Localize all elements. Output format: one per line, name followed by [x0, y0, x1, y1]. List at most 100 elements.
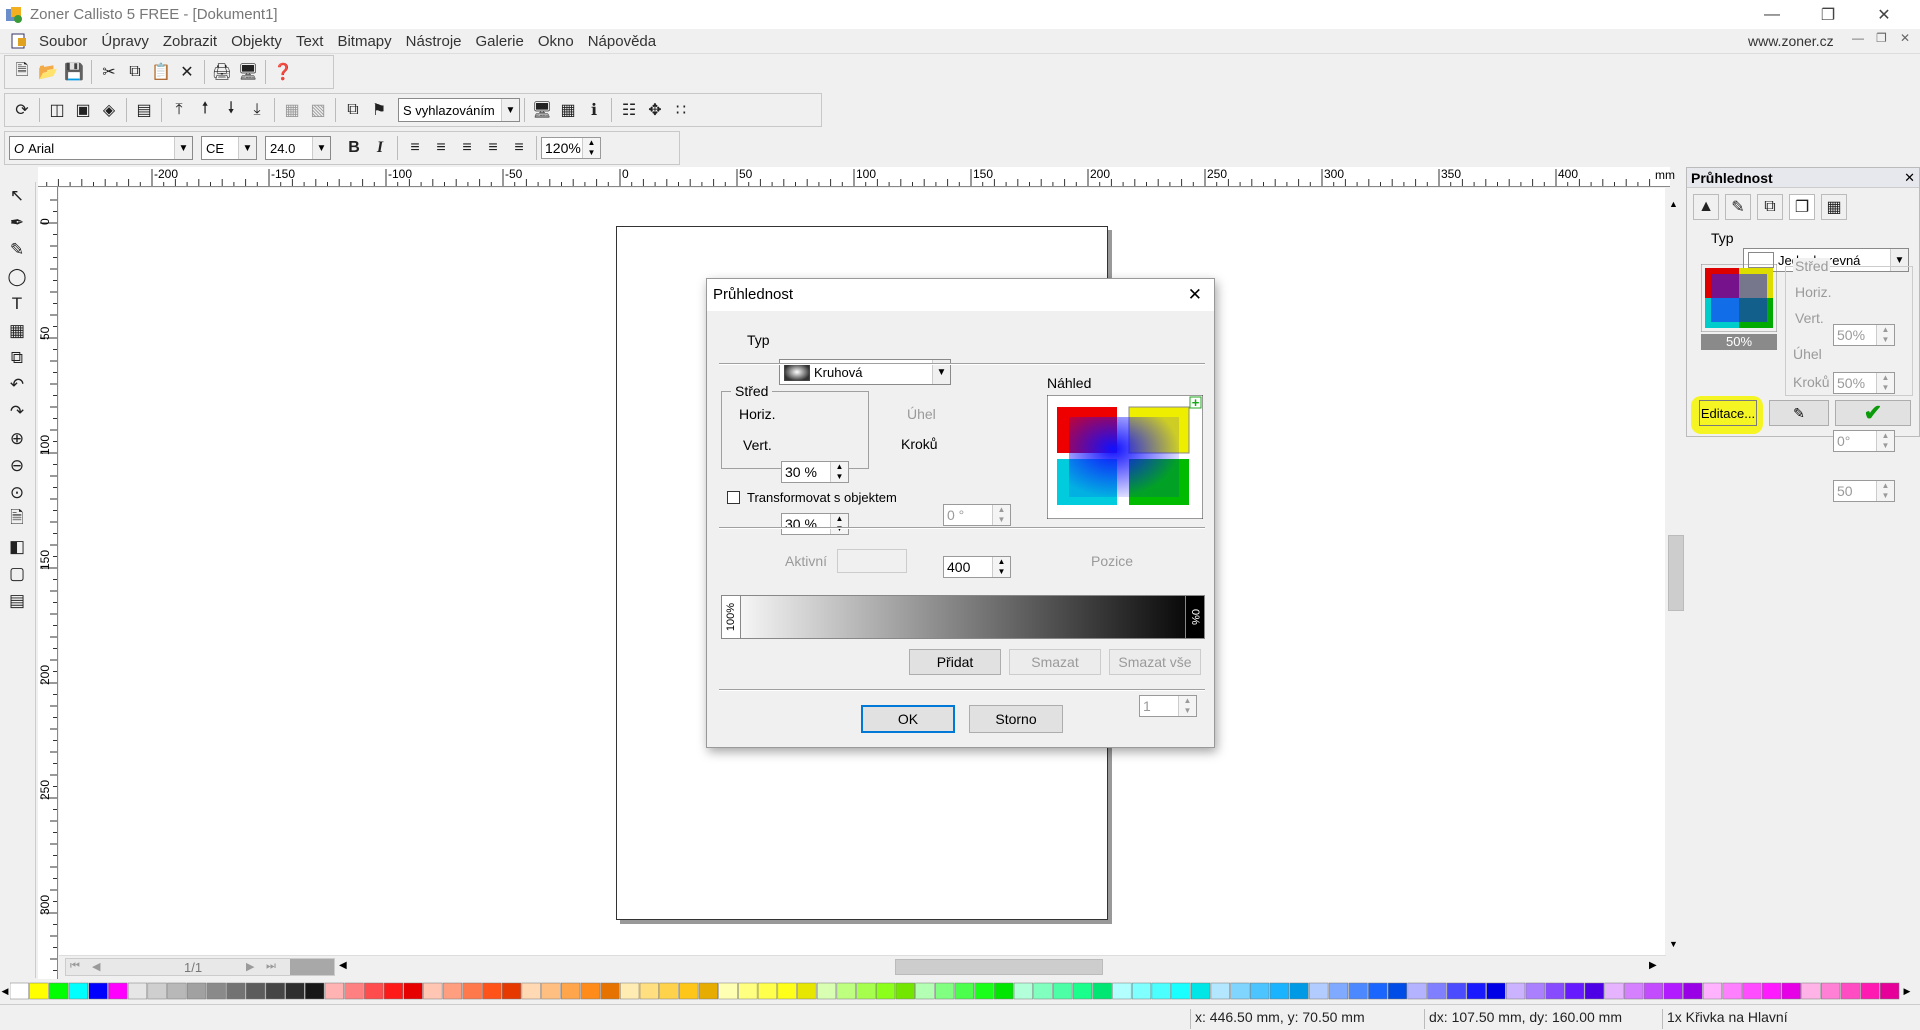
gradient-bar[interactable] [721, 595, 1205, 639]
palette-swatch[interactable] [1013, 982, 1033, 1000]
align-icon[interactable]: ▤ [131, 97, 157, 123]
spin-arrows-icon[interactable]: ▲ ▼ [1876, 325, 1894, 345]
palette-swatch[interactable] [876, 982, 896, 1000]
text-tool-icon[interactable]: T [0, 290, 34, 317]
palette-swatch[interactable] [994, 982, 1014, 1000]
mdi-close-icon[interactable]: ✕ [1900, 31, 1910, 45]
prev-page-icon[interactable]: ◀ [92, 960, 100, 973]
spin-arrows-icon[interactable]: ▲ ▼ [992, 557, 1010, 577]
fill-tab-icon[interactable]: ▲ [1693, 194, 1719, 220]
zoner-link[interactable]: www.zoner.cz [1748, 33, 1834, 49]
delete-icon[interactable]: ✕ [174, 59, 200, 85]
vert-stepper[interactable]: 30 % ▲ ▼ [781, 513, 849, 535]
transparency-tab-icon[interactable]: ❐ [1789, 194, 1815, 220]
group-icon[interactable]: ▣ [70, 97, 96, 123]
close-button[interactable]: ✕ [1856, 0, 1912, 29]
palette-swatch[interactable] [1072, 982, 1093, 1000]
palette-swatch[interactable] [1387, 982, 1408, 1000]
print-icon[interactable]: 🖨 [209, 59, 235, 85]
palette-swatch[interactable] [1033, 982, 1053, 1000]
palette-swatch[interactable] [856, 982, 876, 1000]
spin-arrows-icon[interactable]: ▲ ▼ [1178, 696, 1196, 716]
menu-text[interactable]: Text [289, 33, 331, 50]
vertical-ruler[interactable]: 0 50 100 150 200 250 300 [38, 187, 58, 979]
palette-swatch[interactable] [482, 982, 502, 1000]
new-icon[interactable]: 🗎 [9, 59, 35, 85]
last-page-icon[interactable]: ⏭ [266, 960, 276, 973]
horizontal-scroll-thumb[interactable] [895, 959, 1103, 975]
delete-button[interactable]: Smazat [1009, 649, 1101, 675]
panel-close-icon[interactable]: ✕ [1904, 170, 1915, 186]
menu-soubor[interactable]: Soubor [32, 33, 94, 50]
horizontal-ruler[interactable]: -200 -150 -100 -50 0 50 100 150 200 250 300 350 400 [38, 167, 1670, 187]
palette-swatch[interactable] [954, 982, 974, 1000]
combine-icon[interactable]: ▦ [279, 97, 305, 123]
palette-swatch[interactable] [88, 982, 108, 1000]
palette-swatch[interactable] [186, 982, 207, 1000]
palette-swatch[interactable] [1742, 982, 1762, 1000]
spin-arrows-icon[interactable]: ▲ ▼ [830, 514, 848, 534]
node-tool-icon[interactable]: ✒ [0, 209, 34, 236]
undo-icon[interactable]: ↶ [0, 371, 34, 398]
apply-check-icon[interactable]: ✔ [1835, 400, 1911, 426]
menu-okno[interactable]: Okno [531, 33, 581, 50]
forward-icon[interactable]: 🠕 [192, 97, 218, 123]
menu-zobrazit[interactable]: Zobrazit [156, 33, 224, 50]
document-icon[interactable] [10, 32, 28, 50]
info-icon[interactable]: ℹ [581, 97, 607, 123]
panel-angle-stepper[interactable]: 0° ▲ ▼ [1833, 430, 1895, 452]
import-tool-icon[interactable]: ⧉ [0, 344, 34, 371]
palette-swatch[interactable] [10, 982, 29, 1000]
vertical-scrollbar[interactable]: ▲ ▼ [1666, 195, 1686, 957]
to-back-icon[interactable]: ⤓ [244, 97, 270, 123]
palette-swatch[interactable] [1506, 982, 1526, 1000]
palette-swatch[interactable] [935, 982, 955, 1000]
color-tab-icon[interactable]: ▦ [1821, 194, 1847, 220]
break-icon[interactable]: ▧ [305, 97, 331, 123]
palette-swatch[interactable] [777, 982, 797, 1000]
palette-swatch[interactable] [246, 982, 266, 1000]
italic-button[interactable]: I [367, 135, 393, 161]
palette-swatch[interactable] [1151, 982, 1171, 1000]
palette-swatch[interactable] [1565, 982, 1585, 1000]
cancel-button[interactable]: Storno [969, 705, 1063, 733]
menu-bitmapy[interactable]: Bitmapy [330, 33, 398, 50]
eyedropper-icon[interactable]: ✎ [1769, 400, 1829, 426]
palette-swatch[interactable] [1289, 982, 1309, 1000]
spin-arrows-icon[interactable]: ▲ ▼ [1876, 373, 1894, 393]
gradient-start-stop[interactable]: 100% [721, 595, 741, 639]
monitor-icon[interactable]: 🖥 [529, 97, 555, 123]
palette-swatch[interactable] [895, 982, 915, 1000]
navigator-thumb[interactable] [290, 959, 334, 975]
spin-arrows-icon[interactable]: ▲ ▼ [582, 138, 600, 158]
palette-swatch[interactable] [462, 982, 482, 1000]
menu-upravy[interactable]: Úpravy [94, 33, 156, 50]
palette-swatch[interactable] [1466, 982, 1486, 1000]
horiz-stepper[interactable]: 30 % ▲ ▼ [781, 461, 849, 483]
layers-tab-icon[interactable]: ⧉ [1757, 194, 1783, 220]
palette-swatch[interactable] [423, 982, 443, 1000]
palette-swatch[interactable] [1486, 982, 1506, 1000]
mdi-minimize-icon[interactable]: — [1852, 31, 1864, 45]
palette-swatch[interactable] [1761, 982, 1782, 1000]
paste-icon[interactable]: 📋 [148, 59, 174, 85]
angle-stepper[interactable]: 0 ° ▲ ▼ [943, 504, 1011, 526]
panel-horiz-stepper[interactable]: 50% ▲ ▼ [1833, 324, 1895, 346]
palette-swatch[interactable] [1210, 982, 1230, 1000]
palette-swatch[interactable] [1880, 982, 1900, 1000]
mirror-icon[interactable]: ◫ [44, 97, 70, 123]
zoom-stepper[interactable]: 120% ▲ ▼ [541, 137, 601, 159]
palette-swatch[interactable] [49, 982, 69, 1000]
palette-swatch[interactable] [1309, 982, 1329, 1000]
palette-swatch[interactable] [1053, 982, 1073, 1000]
justify-all-icon[interactable]: ≡ [506, 135, 532, 161]
panel-steps-stepper[interactable]: 50 ▲ ▼ [1833, 480, 1895, 502]
palette-swatch[interactable] [29, 982, 49, 1000]
scroll-up-icon[interactable]: ▲ [1669, 199, 1678, 209]
zoom-in-icon[interactable]: ⊕ [0, 425, 34, 452]
palette-swatch[interactable] [1171, 982, 1191, 1000]
grid-icon[interactable]: ☷ [616, 97, 642, 123]
align-right-icon[interactable]: ≡ [454, 135, 480, 161]
palette-swatch[interactable] [698, 982, 718, 1000]
palette-swatch[interactable] [836, 982, 856, 1000]
